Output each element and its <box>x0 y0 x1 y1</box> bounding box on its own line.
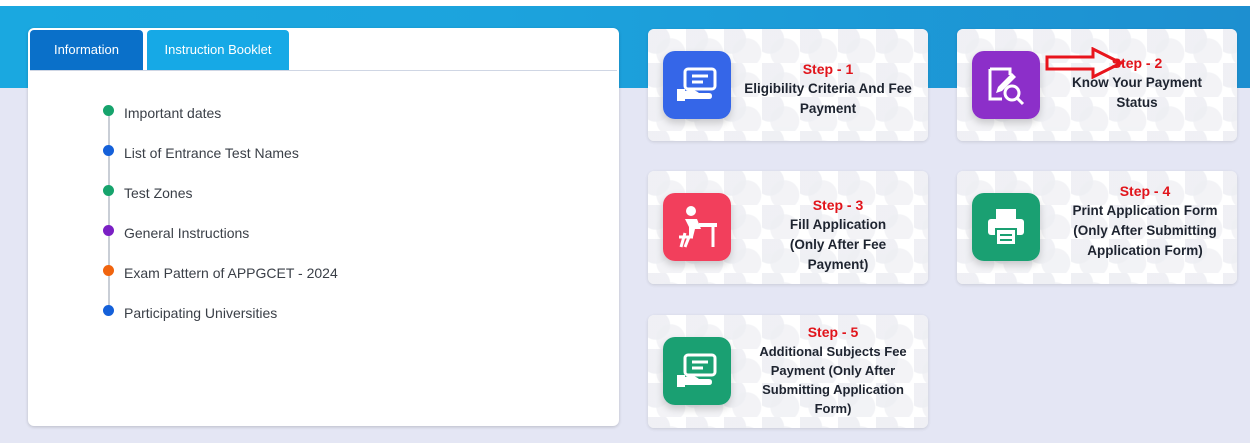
timeline-dot <box>103 225 114 236</box>
card-payment-icon <box>663 51 731 119</box>
step-description: Eligibility Criteria And Fee Payment <box>744 81 912 116</box>
step-label: Step - 1 <box>802 61 854 77</box>
timeline-label[interactable]: Important dates <box>124 105 221 121</box>
search-document-icon <box>972 51 1040 119</box>
arrow-annotation-icon <box>1045 47 1125 79</box>
timeline-label[interactable]: List of Entrance Test Names <box>124 145 299 161</box>
step-4-card[interactable]: Step - 4 Print Application Form (Only Af… <box>957 171 1237 284</box>
timeline-line <box>108 108 110 310</box>
printer-icon <box>972 193 1040 261</box>
timeline-dot <box>103 105 114 116</box>
step-2-card[interactable]: Step - 2 Know Your Payment Status <box>957 29 1237 141</box>
step-description: Additional Subjects Fee Payment (Only Af… <box>759 344 907 416</box>
timeline-dot <box>103 305 114 316</box>
info-tabs: Information Instruction Booklet <box>30 30 617 71</box>
timeline-dot <box>103 185 114 196</box>
step-1-card[interactable]: Step - 1 Eligibility Criteria And Fee Pa… <box>648 29 928 141</box>
step-5-card[interactable]: Step - 5 Additional Subjects Fee Payment… <box>648 315 928 428</box>
step-label: Step - 5 <box>807 324 859 340</box>
step-3-card[interactable]: Step - 3 Fill Application (Only After Fe… <box>648 171 928 284</box>
timeline-dot <box>103 265 114 276</box>
timeline-label[interactable]: Exam Pattern of APPGCET - 2024 <box>124 265 338 281</box>
step-5-text: Step - 5 Additional Subjects Fee Payment… <box>753 323 913 418</box>
timeline-label[interactable]: General Instructions <box>124 225 249 241</box>
step-3-text: Step - 3 Fill Application (Only After Fe… <box>773 195 903 275</box>
timeline-dot <box>103 145 114 156</box>
step-label: Step - 4 <box>1119 183 1171 199</box>
step-4-text: Step - 4 Print Application Form (Only Af… <box>1057 181 1233 261</box>
step-description: Know Your Payment Status <box>1071 75 1203 110</box>
step-description: Print Application Form (Only After Submi… <box>1072 203 1218 258</box>
timeline-label[interactable]: Participating Universities <box>124 305 277 321</box>
tab-instruction-booklet[interactable]: Instruction Booklet <box>147 30 289 70</box>
step-1-text: Step - 1 Eligibility Criteria And Fee Pa… <box>743 59 913 119</box>
tab-information[interactable]: Information <box>30 30 143 70</box>
student-desk-icon <box>663 193 731 261</box>
step-label: Step - 3 <box>812 197 864 213</box>
card-payment-icon <box>663 337 731 405</box>
information-panel: Information Instruction Booklet Importan… <box>28 28 619 426</box>
timeline-label[interactable]: Test Zones <box>124 185 192 201</box>
header-top-edge <box>0 0 1250 6</box>
step-description: Fill Application (Only After Fee Payment… <box>789 217 887 272</box>
